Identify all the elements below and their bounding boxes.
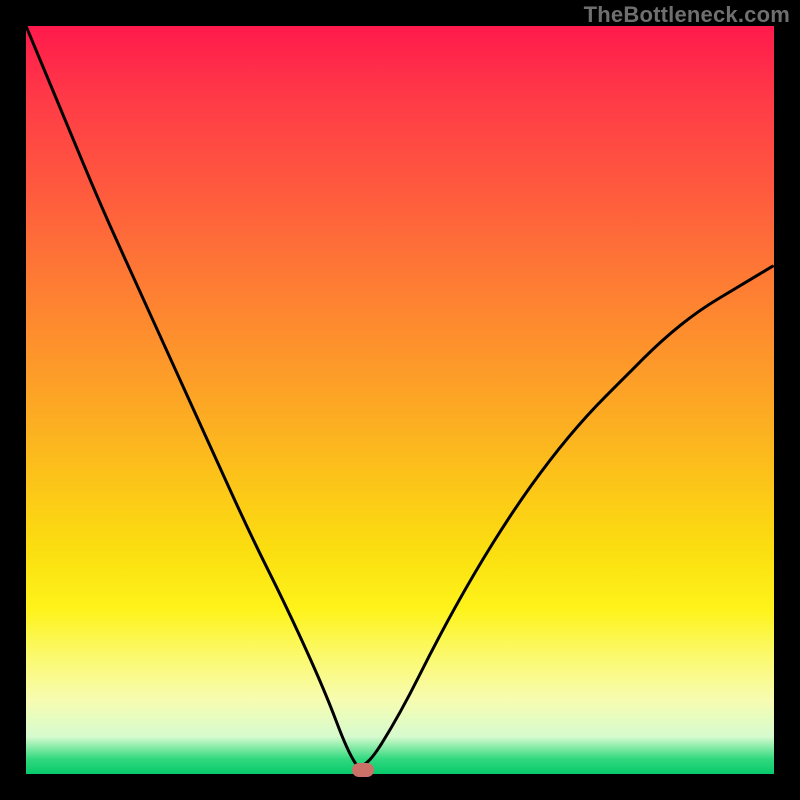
watermark-text: TheBottleneck.com [584,2,790,28]
balance-marker [352,763,374,777]
chart-frame: TheBottleneck.com [0,0,800,800]
bottleneck-curve [26,26,774,774]
plot-area [26,26,774,774]
